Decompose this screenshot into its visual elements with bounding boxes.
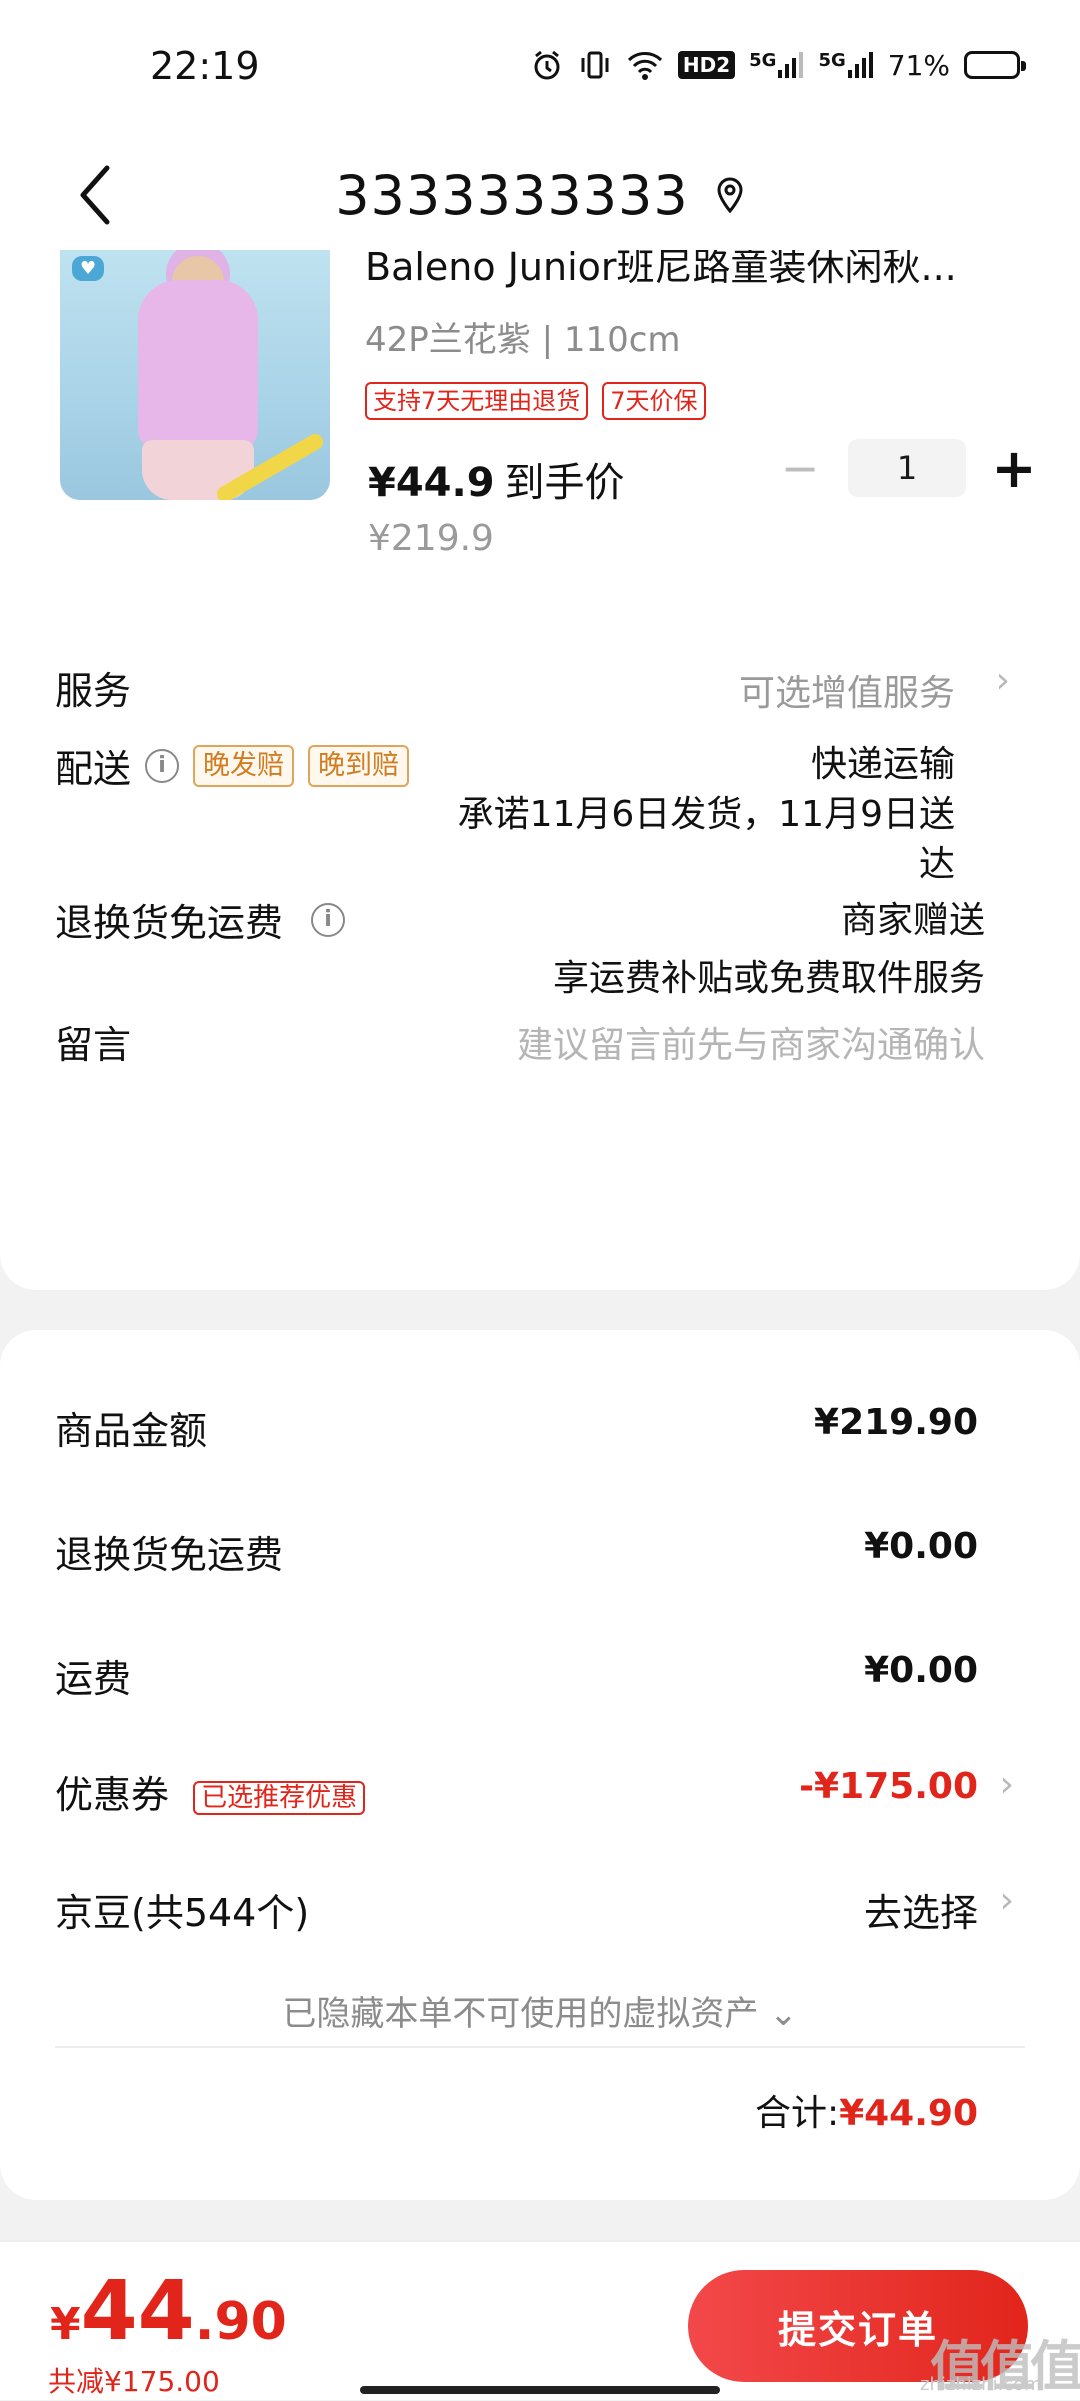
header: 3333333333 [0,140,1080,250]
page-title: 3333333333 [335,163,689,227]
return-gift: 商家赠送 [840,900,985,941]
pay-currency: ¥ [50,2299,81,2350]
return-fee-label: 退换货免运费 [55,1533,284,1577]
brand-logo: ♥ [72,256,105,281]
quantity-stepper: − 1 + [770,437,1044,500]
total-value: ¥44.90 [839,2093,978,2134]
status-time: 22:19 [150,44,260,88]
late-arrival-tag: 晚到赔 [308,744,410,787]
price-protect-tag: 7天价保 [602,382,706,420]
return-service: 享运费补贴或免费取件服务 [552,958,985,999]
goods-amount-label: 商品金额 [55,1409,208,1453]
shipping-label: 运费 [55,1657,132,1701]
delivery-label-row: 配送 i 晚发赔 晚到赔 [55,738,410,793]
coupon-row-label: 优惠券 已选推荐优惠 [55,1764,366,1819]
product-image-jacket [138,280,258,450]
chevron-right-icon[interactable]: › [996,660,1010,701]
signal-label: 5G [818,50,846,71]
product-image[interactable]: ♥ [60,250,330,500]
increase-button[interactable]: + [984,437,1044,500]
divider [55,2046,1025,2048]
chevron-right-icon[interactable]: › [1000,1880,1014,1921]
battery-text: 71% [887,48,950,82]
checkout-bar: ¥ 44 .90 共减¥175.00 提交订单 [0,2240,1080,2400]
service-label: 服务 [55,669,132,713]
total-row: 合计: ¥44.90 [755,2084,978,2136]
price-summary-card: 商品金额 ¥219.90 退换货免运费 ¥0.00 运费 ¥0.00 优惠券 已… [0,1330,1080,2200]
alarm-icon [530,48,564,82]
late-ship-tag: 晚发赔 [193,744,295,787]
hd-icon: HD2 [677,51,736,79]
service-value[interactable]: 可选增值服务 [739,664,955,716]
delivery-method: 快递运输 [810,744,955,785]
location-pin-icon [717,177,743,214]
product-spec[interactable]: 42P兰花紫 | 110cm [365,312,681,361]
return-label: 退换货免运费 [55,901,284,945]
wifi-icon [626,49,664,81]
goods-amount-value: ¥219.90 [814,1402,978,1443]
product-title[interactable]: Baleno Junior班尼路童装休闲秋... [365,250,1025,291]
shipping-value: ¥0.00 [864,1650,978,1691]
quantity-input[interactable]: 1 [848,439,966,497]
5g-signal-icon: 5G [749,50,804,80]
price-value: ¥44.9 [368,460,495,506]
info-icon[interactable]: i [311,902,346,937]
5g-signal-icon: 5G [818,50,873,80]
status-bar: 22:19 HD2 5G 5G 71% [0,0,1080,140]
return-fee-value: ¥0.00 [864,1526,978,1567]
total-label: 合计: [754,2093,840,2134]
jd-bean-label: 京豆(共544个) [55,1891,310,1935]
order-card: ♥ Baleno Junior班尼路童装休闲秋... 42P兰花紫 | 110c… [0,250,1080,1290]
pay-decimal: .90 [194,2292,287,2352]
pay-integer: 44 [80,2264,195,2359]
coupon-tag: 已选推荐优惠 [193,1780,366,1815]
battery-icon [964,51,1026,79]
return-policy-tag: 支持7天无理由退货 [365,382,589,420]
coupon-value[interactable]: -¥175.00 [799,1766,978,1807]
info-icon[interactable]: i [145,748,180,783]
signal-label: 5G [749,50,777,71]
home-indicator[interactable] [360,2386,720,2394]
original-price: ¥219.9 [368,518,494,559]
price-suffix: 到手价 [504,460,625,506]
watermark-url: zhizhizhi.com [920,2374,1042,2395]
final-price: ¥44.9 到手价 [368,450,625,508]
message-label: 留言 [55,1023,132,1067]
total-discount[interactable]: 共减¥175.00 [48,2360,220,2400]
status-icons: HD2 5G 5G 71% [530,48,1026,82]
return-label-row: 退换货免运费 i [55,892,346,947]
header-title-wrap[interactable]: 3333333333 [0,140,1080,250]
pay-amount: ¥ 44 .90 [50,2264,287,2359]
message-input[interactable]: 建议留言前先与商家沟通确认 [517,1016,985,1068]
delivery-promise-cont: 达 [918,844,955,885]
coupon-label: 优惠券 [55,1773,170,1817]
vibrate-icon [578,48,612,82]
return-value: 商家赠送 享运费补贴或免费取件服务 [553,892,985,1008]
jd-bean-value[interactable]: 去选择 [864,1882,978,1937]
decrease-button[interactable]: − [770,438,830,498]
chevron-right-icon[interactable]: › [1000,1764,1014,1805]
product-tags: 支持7天无理由退货 7天价保 [365,382,706,420]
delivery-value[interactable]: 快递运输 承诺11月6日发货，11月9日送 达 [458,740,955,890]
hidden-assets-toggle[interactable]: 已隐藏本单不可使用的虚拟资产 ⌄ [0,1986,1080,2035]
delivery-promise: 承诺11月6日发货，11月9日送 [457,794,955,835]
delivery-label: 配送 [55,747,132,791]
